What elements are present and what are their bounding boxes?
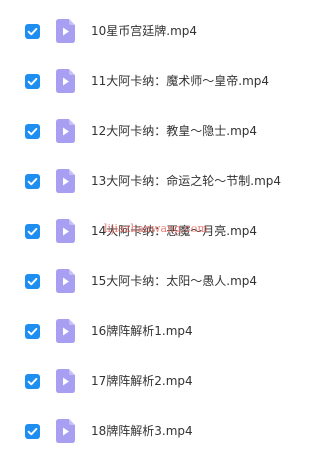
file-row[interactable]: 11大阿卡纳：魔术师～皇帝.mp4 bbox=[0, 57, 332, 107]
checkbox-checked-icon[interactable] bbox=[25, 24, 40, 39]
video-file-icon bbox=[56, 269, 75, 293]
video-file-icon bbox=[56, 419, 75, 443]
file-row[interactable]: 13大阿卡纳：命运之轮～节制.mp4 bbox=[0, 157, 332, 207]
file-name[interactable]: 14大阿卡纳：恶魔～月亮.mp4 bbox=[91, 223, 257, 239]
file-row[interactable]: 12大阿卡纳：教皇～隐士.mp4 bbox=[0, 107, 332, 157]
video-file-icon bbox=[56, 119, 75, 143]
video-file-icon bbox=[56, 219, 75, 243]
file-row[interactable]: 16牌阵解析1.mp4 bbox=[0, 307, 332, 357]
video-file-icon bbox=[56, 369, 75, 393]
video-file-icon bbox=[56, 319, 75, 343]
checkbox-checked-icon[interactable] bbox=[25, 424, 40, 439]
file-row[interactable]: 17牌阵解析2.mp4 bbox=[0, 357, 332, 407]
file-name[interactable]: 10星币宫廷牌.mp4 bbox=[91, 23, 197, 39]
file-row[interactable]: 14大阿卡纳：恶魔～月亮.mp4 bbox=[0, 207, 332, 257]
file-name[interactable]: 12大阿卡纳：教皇～隐士.mp4 bbox=[91, 123, 257, 139]
file-row[interactable]: 18牌阵解析3.mp4 bbox=[0, 407, 332, 457]
file-name[interactable]: 18牌阵解析3.mp4 bbox=[91, 423, 193, 439]
checkbox-checked-icon[interactable] bbox=[25, 274, 40, 289]
checkbox-checked-icon[interactable] bbox=[25, 324, 40, 339]
checkbox-checked-icon[interactable] bbox=[25, 224, 40, 239]
checkbox-checked-icon[interactable] bbox=[25, 124, 40, 139]
file-row[interactable]: 10星币宫廷牌.mp4 bbox=[0, 7, 332, 57]
video-file-icon bbox=[56, 169, 75, 193]
file-name[interactable]: 13大阿卡纳：命运之轮～节制.mp4 bbox=[91, 173, 281, 189]
video-file-icon bbox=[56, 19, 75, 43]
checkbox-checked-icon[interactable] bbox=[25, 374, 40, 389]
file-name[interactable]: 11大阿卡纳：魔术师～皇帝.mp4 bbox=[91, 73, 269, 89]
file-name[interactable]: 17牌阵解析2.mp4 bbox=[91, 373, 193, 389]
checkbox-checked-icon[interactable] bbox=[25, 74, 40, 89]
video-file-icon bbox=[56, 69, 75, 93]
file-list: 10星币宫廷牌.mp4 11大阿卡纳：魔术师～皇帝.mp4 12大阿卡纳：教皇～… bbox=[0, 7, 332, 457]
file-row[interactable]: 15大阿卡纳：太阳～愚人.mp4 bbox=[0, 257, 332, 307]
checkbox-checked-icon[interactable] bbox=[25, 174, 40, 189]
file-name[interactable]: 15大阿卡纳：太阳～愚人.mp4 bbox=[91, 273, 257, 289]
file-name[interactable]: 16牌阵解析1.mp4 bbox=[91, 323, 193, 339]
